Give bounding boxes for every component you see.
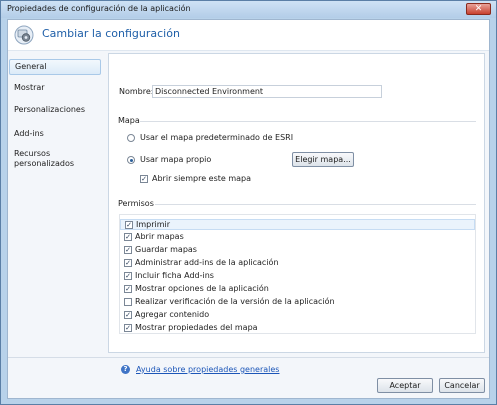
permission-checkbox[interactable]: ✓ — [125, 221, 133, 229]
sidebar-item-label: Personalizaciones — [14, 105, 86, 114]
permission-checkbox[interactable]: ✓ — [124, 259, 132, 267]
dialog-window: Propiedades de configuración de la aplic… — [0, 0, 497, 405]
permission-label: Mostrar propiedades del mapa — [135, 323, 258, 332]
permissions-section-label: Permisos — [118, 199, 154, 208]
permission-checkbox[interactable]: ✓ — [124, 233, 132, 241]
permission-label: Incluir ficha Add-ins — [135, 271, 214, 280]
sidebar-item-label: Recursos personalizados — [14, 149, 75, 168]
always-open-checkbox[interactable]: ✓ — [140, 175, 148, 183]
map-section-divider — [140, 121, 476, 122]
own-map-label: Usar mapa propio — [140, 155, 212, 164]
permission-checkbox[interactable]: ✓ — [124, 246, 132, 254]
close-button[interactable]: ✕ — [466, 3, 491, 15]
sidebar-item-general[interactable]: General — [9, 59, 101, 75]
permission-row[interactable]: ✓ Guardar mapas — [120, 245, 475, 256]
map-section-label: Mapa — [118, 116, 140, 125]
permission-row[interactable]: ✓ Administrar add-ins de la aplicación — [120, 258, 475, 269]
default-map-label: Usar el mapa predeterminado de ESRI — [140, 133, 294, 142]
permission-row[interactable]: ✓ Imprimir — [120, 219, 475, 230]
permission-checkbox[interactable]: ✓ — [124, 311, 132, 319]
own-map-radio[interactable] — [127, 156, 135, 164]
permission-row[interactable]: ✓ Agregar contenido — [120, 310, 475, 321]
sidebar-item-label: Add-ins — [14, 129, 44, 138]
permission-label: Agregar contenido — [135, 310, 210, 319]
name-label: Nombre: — [119, 87, 154, 96]
accept-button[interactable]: Aceptar — [377, 378, 433, 393]
sidebar-item-recursos[interactable]: Recursos personalizados — [9, 149, 89, 169]
general-panel: Nombre: Disconnected Environment Mapa Us… — [108, 53, 485, 374]
permission-label: Realizar verificación de la versión de l… — [135, 297, 335, 306]
sidebar-item-personalizaciones[interactable]: Personalizaciones — [9, 105, 101, 115]
sidebar-item-label: Mostrar — [14, 83, 45, 92]
help-icon[interactable]: ? — [121, 365, 130, 374]
permission-label: Administrar add-ins de la aplicación — [135, 258, 279, 267]
permissions-section-divider — [155, 204, 476, 205]
title-bar[interactable]: Propiedades de configuración de la aplic… — [1, 1, 496, 18]
sidebar: General Mostrar Personalizaciones Add-in… — [9, 53, 105, 353]
sidebar-item-mostrar[interactable]: Mostrar — [9, 83, 101, 93]
permission-row[interactable]: ✓ Mostrar opciones de la aplicación — [120, 284, 475, 295]
sidebar-item-add-ins[interactable]: Add-ins — [9, 129, 101, 139]
sidebar-item-label: General — [15, 62, 47, 71]
permission-row[interactable]: ✓ Mostrar propiedades del mapa — [120, 323, 475, 334]
default-map-radio[interactable] — [127, 134, 135, 142]
permission-row[interactable]: Realizar verificación de la versión de l… — [120, 297, 475, 308]
dialog-client: Cambiar la configuración General Mostrar… — [7, 19, 490, 399]
permissions-list: ✓ Imprimir ✓ Abrir mapas ✓ Guardar mapas… — [119, 214, 476, 334]
always-open-label: Abrir siempre este mapa — [152, 174, 252, 183]
permission-label: Imprimir — [136, 220, 171, 229]
permission-label: Abrir mapas — [135, 232, 184, 241]
permission-checkbox[interactable] — [124, 298, 132, 306]
footer-divider — [8, 357, 489, 358]
window-title: Propiedades de configuración de la aplic… — [7, 4, 191, 13]
close-icon: ✕ — [474, 4, 483, 14]
header-title: Cambiar la configuración — [42, 27, 180, 40]
permission-checkbox[interactable]: ✓ — [124, 285, 132, 293]
name-input[interactable]: Disconnected Environment — [152, 85, 382, 98]
header: Cambiar la configuración — [8, 20, 489, 50]
permission-row[interactable]: ✓ Incluir ficha Add-ins — [120, 271, 475, 282]
permission-label: Guardar mapas — [135, 245, 197, 254]
header-divider — [8, 50, 489, 51]
choose-map-button[interactable]: Elegir mapa... — [292, 152, 354, 167]
permission-checkbox[interactable]: ✓ — [124, 324, 132, 332]
permission-label: Mostrar opciones de la aplicación — [135, 284, 269, 293]
permission-row[interactable]: ✓ Abrir mapas — [120, 232, 475, 243]
cancel-button[interactable]: Cancelar — [439, 378, 485, 393]
settings-gear-icon — [14, 25, 34, 45]
help-link[interactable]: Ayuda sobre propiedades generales — [136, 365, 279, 374]
permission-checkbox[interactable]: ✓ — [124, 272, 132, 280]
